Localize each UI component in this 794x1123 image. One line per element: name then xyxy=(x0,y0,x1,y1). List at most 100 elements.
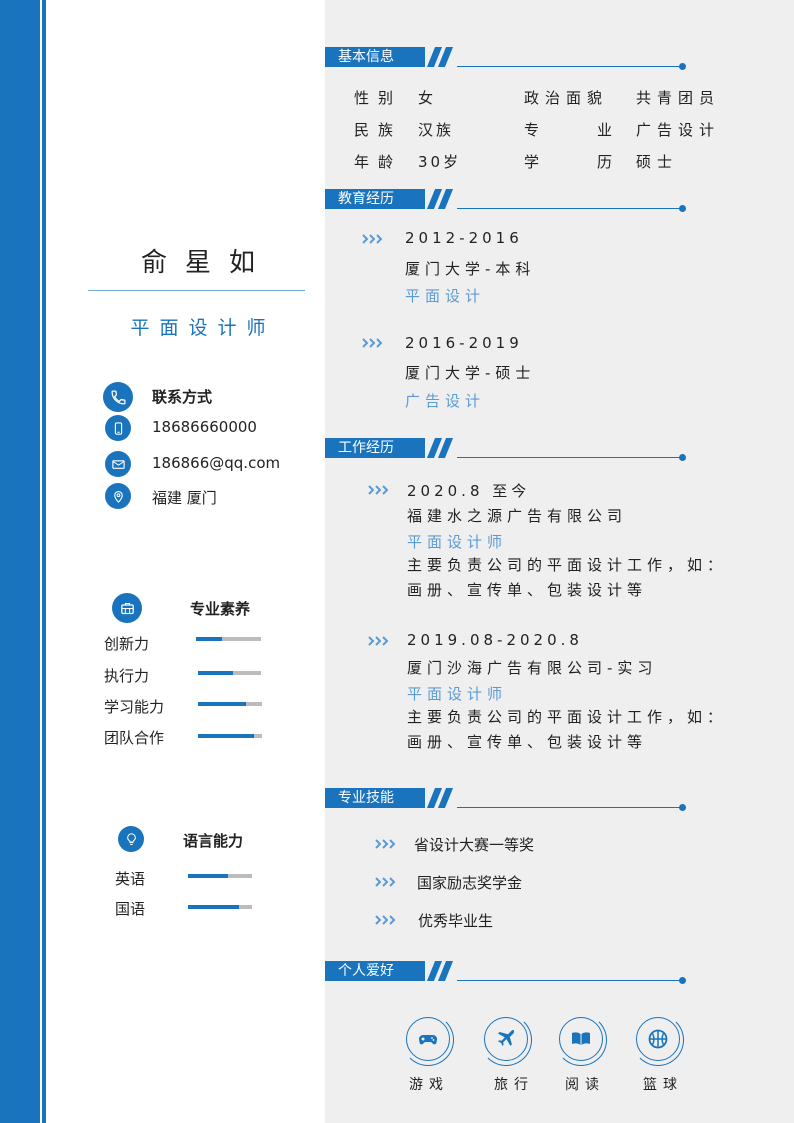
work-description: 主要负责公司的平面设计工作，如： 画册、宣传单、包装设计等 xyxy=(407,553,767,603)
work-description: 主要负责公司的平面设计工作，如： 画册、宣传单、包装设计等 xyxy=(407,705,767,755)
language-label: 国语 xyxy=(115,900,146,918)
political-label: 政治面貌 xyxy=(524,89,609,107)
section-title: 基本信息 xyxy=(325,47,425,67)
competence-bar xyxy=(196,637,261,641)
job-title: 平面设计师 xyxy=(130,317,276,339)
section-title: 教育经历 xyxy=(325,189,425,209)
location-text: 福建 厦门 xyxy=(152,489,217,507)
competence-bar xyxy=(198,671,261,675)
work-period: 2020.8 至今 xyxy=(407,482,531,500)
skill-award: 国家励志奖学金 xyxy=(417,874,523,892)
language-bar-fill xyxy=(188,874,228,878)
name-divider xyxy=(88,290,305,291)
lightbulb-icon xyxy=(118,826,144,852)
gender-value: 女 xyxy=(418,89,437,107)
work-description-line: 画册、宣传单、包装设计等 xyxy=(407,733,648,751)
section-header-basic-info: 基本信息 xyxy=(325,47,690,70)
work-description-line: 主要负责公司的平面设计工作，如： xyxy=(407,556,728,574)
header-line xyxy=(457,457,682,458)
email-address: 186866@qq.com xyxy=(152,454,281,472)
chevron-right-icon xyxy=(375,915,396,925)
education-major: 平面设计 xyxy=(405,287,486,305)
header-line xyxy=(457,980,682,981)
section-title: 个人爱好 xyxy=(325,961,425,981)
header-dot xyxy=(679,205,686,212)
book-icon xyxy=(559,1017,603,1061)
education-years: 2016-2019 xyxy=(405,334,523,352)
left-accent-stripe xyxy=(0,0,40,1123)
hobby-label: 阅读 xyxy=(565,1077,605,1093)
competence-label: 团队合作 xyxy=(104,729,165,747)
section-header-education: 教育经历 xyxy=(325,189,690,212)
section-header-skills: 专业技能 xyxy=(325,788,690,811)
contact-heading: 联系方式 xyxy=(152,388,213,406)
phone-number: 18686660000 xyxy=(152,418,257,436)
gamepad-icon xyxy=(406,1017,450,1061)
political-value: 共青团员 xyxy=(636,89,721,107)
major-value: 广告设计 xyxy=(636,121,721,139)
skill-award: 省设计大赛一等奖 xyxy=(414,836,535,854)
work-company: 厦门沙海广告有限公司-实习 xyxy=(407,659,658,677)
email-icon xyxy=(105,451,131,477)
chevron-right-icon xyxy=(375,839,396,849)
degree-value: 硕士 xyxy=(636,153,679,171)
competence-label: 执行力 xyxy=(104,667,150,685)
competence-bar-fill xyxy=(198,734,255,738)
section-title: 专业技能 xyxy=(325,788,425,808)
person-name: 俞星如 xyxy=(140,248,273,278)
competence-label: 创新力 xyxy=(104,635,150,653)
header-line xyxy=(457,208,682,209)
hobby-label: 游戏 xyxy=(409,1077,449,1093)
language-bar xyxy=(188,905,252,909)
gender-label: 性别 xyxy=(354,89,403,107)
mobile-icon xyxy=(105,415,131,441)
work-description-line: 画册、宣传单、包装设计等 xyxy=(407,581,648,599)
chevron-right-icon xyxy=(362,338,383,348)
competence-bar-fill xyxy=(198,671,233,675)
skill-award: 优秀毕业生 xyxy=(418,912,494,930)
work-period: 2019.08-2020.8 xyxy=(407,631,583,649)
header-dot xyxy=(679,63,686,70)
phone-icon xyxy=(103,382,133,412)
education-major: 广告设计 xyxy=(405,392,486,410)
work-role: 平面设计师 xyxy=(407,685,508,703)
chevron-right-icon xyxy=(375,877,396,887)
age-label: 年龄 xyxy=(354,153,403,171)
competence-bar-fill xyxy=(196,637,222,641)
age-value: 30岁 xyxy=(418,153,462,171)
language-bar xyxy=(188,874,252,878)
hobby-label: 旅行 xyxy=(494,1077,534,1093)
ethnicity-value: 汉族 xyxy=(418,121,455,139)
work-company: 福建水之源广告有限公司 xyxy=(407,507,628,525)
left-accent-stripe-thin xyxy=(42,0,46,1123)
chevron-right-icon xyxy=(368,636,389,646)
work-description-line: 主要负责公司的平面设计工作，如： xyxy=(407,708,728,726)
competence-label: 学习能力 xyxy=(104,698,165,716)
education-school: 厦门大学-硕士 xyxy=(405,364,536,382)
competence-heading: 专业素养 xyxy=(190,600,251,618)
competence-bar-fill xyxy=(198,702,246,706)
location-icon xyxy=(105,483,131,509)
competence-bar xyxy=(198,702,262,706)
briefcase-icon xyxy=(112,593,142,623)
education-years: 2012-2016 xyxy=(405,229,523,247)
ethnicity-label: 民族 xyxy=(354,121,403,139)
work-role: 平面设计师 xyxy=(407,533,508,551)
education-school: 厦门大学-本科 xyxy=(405,260,536,278)
section-header-hobbies: 个人爱好 xyxy=(325,961,690,984)
chevron-right-icon xyxy=(368,485,389,495)
language-label: 英语 xyxy=(115,870,146,888)
competence-bar xyxy=(198,734,262,738)
hobby-label: 篮球 xyxy=(643,1077,683,1093)
language-bar-fill xyxy=(188,905,240,909)
header-line xyxy=(457,66,682,67)
header-line xyxy=(457,807,682,808)
airplane-icon xyxy=(484,1017,528,1061)
language-heading: 语言能力 xyxy=(183,832,244,850)
header-dot xyxy=(679,454,686,461)
basketball-icon xyxy=(636,1017,680,1061)
header-dot xyxy=(679,804,686,811)
section-title: 工作经历 xyxy=(325,438,425,458)
header-dot xyxy=(679,977,686,984)
chevron-right-icon xyxy=(362,234,383,244)
